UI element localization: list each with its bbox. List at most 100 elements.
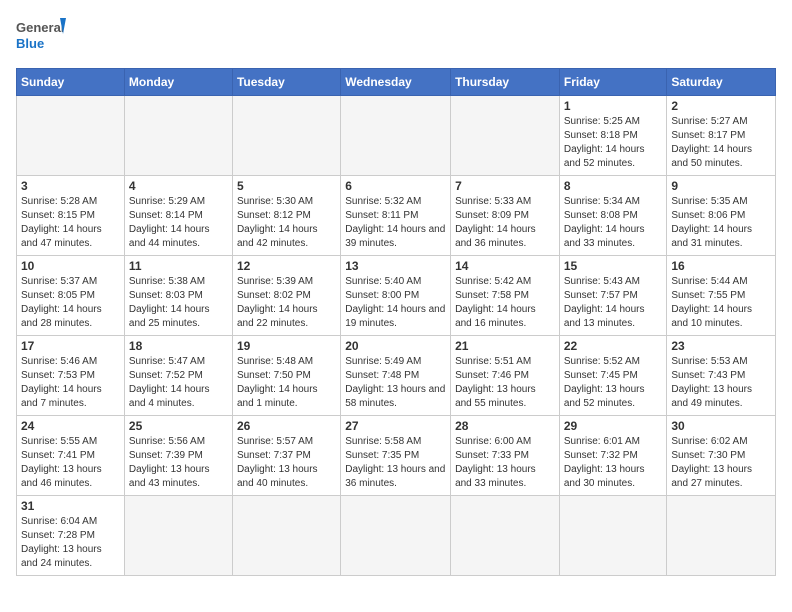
calendar-day: 2 Sunrise: 5:27 AMSunset: 8:17 PMDaylight… xyxy=(667,96,776,176)
day-number: 17 xyxy=(21,339,120,353)
day-number: 8 xyxy=(564,179,663,193)
calendar-day: 21 Sunrise: 5:51 AMSunset: 7:46 PMDayligh… xyxy=(451,336,560,416)
day-number: 9 xyxy=(671,179,771,193)
page-header: General Blue xyxy=(16,16,776,58)
day-info: Sunrise: 5:33 AMSunset: 8:09 PMDaylight:… xyxy=(455,195,555,251)
calendar-day: 31Sunrise: 6:04 AMSunset: 7:28 PMDayligh… xyxy=(17,496,125,576)
day-info: Sunrise: 5:27 AMSunset: 8:17 PMDaylight:… xyxy=(671,115,771,171)
calendar-day xyxy=(124,96,232,176)
calendar-day: 16 Sunrise: 5:44 AMSunset: 7:55 PMDayligh… xyxy=(667,256,776,336)
calendar-day xyxy=(232,96,340,176)
calendar-day: 3Sunrise: 5:28 AMSunset: 8:15 PMDaylight… xyxy=(17,176,125,256)
day-info: Sunrise: 5:42 AMSunset: 7:58 PMDaylight:… xyxy=(455,275,555,331)
header-friday: Friday xyxy=(559,69,667,96)
calendar-week-5: 24Sunrise: 5:55 AMSunset: 7:41 PMDayligh… xyxy=(17,416,776,496)
calendar-day: 12 Sunrise: 5:39 AMSunset: 8:02 PMDayligh… xyxy=(232,256,340,336)
day-number: 23 xyxy=(671,339,771,353)
day-info: Sunrise: 5:30 AMSunset: 8:12 PMDaylight:… xyxy=(237,195,336,251)
day-info: Sunrise: 5:34 AMSunset: 8:08 PMDaylight:… xyxy=(564,195,663,251)
day-number: 22 xyxy=(564,339,663,353)
calendar-table: SundayMondayTuesdayWednesdayThursdayFrid… xyxy=(16,68,776,576)
day-info: Sunrise: 5:53 AMSunset: 7:43 PMDaylight:… xyxy=(671,355,771,411)
day-number: 10 xyxy=(21,259,120,273)
day-info: Sunrise: 5:25 AMSunset: 8:18 PMDaylight:… xyxy=(564,115,663,171)
calendar-day xyxy=(341,96,451,176)
day-info: Sunrise: 5:48 AMSunset: 7:50 PMDaylight:… xyxy=(237,355,336,411)
day-number: 16 xyxy=(671,259,771,273)
calendar-week-6: 31Sunrise: 6:04 AMSunset: 7:28 PMDayligh… xyxy=(17,496,776,576)
calendar-week-3: 10Sunrise: 5:37 AMSunset: 8:05 PMDayligh… xyxy=(17,256,776,336)
day-number: 7 xyxy=(455,179,555,193)
calendar-day: 1Sunrise: 5:25 AMSunset: 8:18 PMDaylight… xyxy=(559,96,667,176)
calendar-day: 10Sunrise: 5:37 AMSunset: 8:05 PMDayligh… xyxy=(17,256,125,336)
day-number: 18 xyxy=(129,339,228,353)
day-info: Sunrise: 5:28 AMSunset: 8:15 PMDaylight:… xyxy=(21,195,120,251)
day-number: 2 xyxy=(671,99,771,113)
day-number: 12 xyxy=(237,259,336,273)
calendar-day: 24Sunrise: 5:55 AMSunset: 7:41 PMDayligh… xyxy=(17,416,125,496)
day-info: Sunrise: 5:29 AMSunset: 8:14 PMDaylight:… xyxy=(129,195,228,251)
calendar-day xyxy=(341,496,451,576)
day-number: 13 xyxy=(345,259,446,273)
calendar-day: 19 Sunrise: 5:48 AMSunset: 7:50 PMDayligh… xyxy=(232,336,340,416)
calendar-day: 9 Sunrise: 5:35 AMSunset: 8:06 PMDaylight… xyxy=(667,176,776,256)
calendar-day: 20Sunrise: 5:49 AMSunset: 7:48 PMDayligh… xyxy=(341,336,451,416)
day-number: 28 xyxy=(455,419,555,433)
calendar-day: 26Sunrise: 5:57 AMSunset: 7:37 PMDayligh… xyxy=(232,416,340,496)
day-number: 15 xyxy=(564,259,663,273)
calendar-day: 22 Sunrise: 5:52 AMSunset: 7:45 PMDayligh… xyxy=(559,336,667,416)
calendar-week-2: 3Sunrise: 5:28 AMSunset: 8:15 PMDaylight… xyxy=(17,176,776,256)
day-number: 30 xyxy=(671,419,771,433)
header-tuesday: Tuesday xyxy=(232,69,340,96)
day-number: 29 xyxy=(564,419,663,433)
day-info: Sunrise: 6:01 AMSunset: 7:32 PMDaylight:… xyxy=(564,435,663,491)
calendar-week-4: 17Sunrise: 5:46 AMSunset: 7:53 PMDayligh… xyxy=(17,336,776,416)
calendar-day: 30Sunrise: 6:02 AMSunset: 7:30 PMDayligh… xyxy=(667,416,776,496)
day-info: Sunrise: 5:38 AMSunset: 8:03 PMDaylight:… xyxy=(129,275,228,331)
header-thursday: Thursday xyxy=(451,69,560,96)
calendar-day: 5 Sunrise: 5:30 AMSunset: 8:12 PMDaylight… xyxy=(232,176,340,256)
calendar-day: 15Sunrise: 5:43 AMSunset: 7:57 PMDayligh… xyxy=(559,256,667,336)
svg-text:Blue: Blue xyxy=(16,36,44,51)
calendar-day: 6Sunrise: 5:32 AMSunset: 8:11 PMDaylight… xyxy=(341,176,451,256)
day-number: 25 xyxy=(129,419,228,433)
calendar-day xyxy=(559,496,667,576)
calendar-day xyxy=(232,496,340,576)
day-info: Sunrise: 5:57 AMSunset: 7:37 PMDaylight:… xyxy=(237,435,336,491)
day-info: Sunrise: 5:35 AMSunset: 8:06 PMDaylight:… xyxy=(671,195,771,251)
day-info: Sunrise: 5:51 AMSunset: 7:46 PMDaylight:… xyxy=(455,355,555,411)
day-number: 5 xyxy=(237,179,336,193)
day-number: 21 xyxy=(455,339,555,353)
calendar-day xyxy=(17,96,125,176)
svg-text:General: General xyxy=(16,20,64,35)
day-info: Sunrise: 5:44 AMSunset: 7:55 PMDaylight:… xyxy=(671,275,771,331)
calendar-day xyxy=(667,496,776,576)
day-number: 19 xyxy=(237,339,336,353)
logo-svg: General Blue xyxy=(16,16,66,58)
day-number: 14 xyxy=(455,259,555,273)
calendar-day: 23 Sunrise: 5:53 AMSunset: 7:43 PMDayligh… xyxy=(667,336,776,416)
calendar-day: 4 Sunrise: 5:29 AMSunset: 8:14 PMDaylight… xyxy=(124,176,232,256)
day-number: 24 xyxy=(21,419,120,433)
day-number: 11 xyxy=(129,259,228,273)
day-info: Sunrise: 5:58 AMSunset: 7:35 PMDaylight:… xyxy=(345,435,446,491)
calendar-day: 18Sunrise: 5:47 AMSunset: 7:52 PMDayligh… xyxy=(124,336,232,416)
day-info: Sunrise: 6:04 AMSunset: 7:28 PMDaylight:… xyxy=(21,515,120,571)
calendar-week-1: 1Sunrise: 5:25 AMSunset: 8:18 PMDaylight… xyxy=(17,96,776,176)
header-sunday: Sunday xyxy=(17,69,125,96)
calendar-day: 27 Sunrise: 5:58 AMSunset: 7:35 PMDayligh… xyxy=(341,416,451,496)
day-info: Sunrise: 5:56 AMSunset: 7:39 PMDaylight:… xyxy=(129,435,228,491)
header-wednesday: Wednesday xyxy=(341,69,451,96)
calendar-day xyxy=(124,496,232,576)
calendar-day: 11 Sunrise: 5:38 AMSunset: 8:03 PMDayligh… xyxy=(124,256,232,336)
day-info: Sunrise: 5:32 AMSunset: 8:11 PMDaylight:… xyxy=(345,195,446,251)
day-info: Sunrise: 5:39 AMSunset: 8:02 PMDaylight:… xyxy=(237,275,336,331)
day-number: 4 xyxy=(129,179,228,193)
calendar-day xyxy=(451,96,560,176)
header-saturday: Saturday xyxy=(667,69,776,96)
calendar-day xyxy=(451,496,560,576)
day-number: 27 xyxy=(345,419,446,433)
calendar-day: 17Sunrise: 5:46 AMSunset: 7:53 PMDayligh… xyxy=(17,336,125,416)
day-info: Sunrise: 5:52 AMSunset: 7:45 PMDaylight:… xyxy=(564,355,663,411)
calendar-day: 7 Sunrise: 5:33 AMSunset: 8:09 PMDaylight… xyxy=(451,176,560,256)
